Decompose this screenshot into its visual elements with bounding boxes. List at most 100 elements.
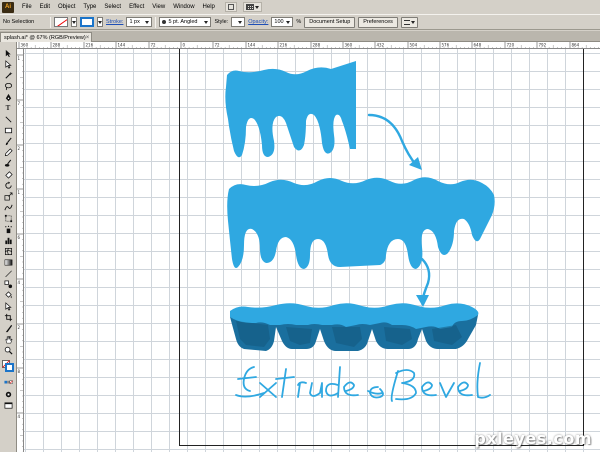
paintbrush-tool-icon[interactable] bbox=[3, 136, 13, 146]
menu-help[interactable]: Help bbox=[199, 1, 219, 13]
extruded-splash-3d[interactable] bbox=[230, 303, 479, 351]
chevron-down-icon bbox=[204, 20, 209, 24]
live-paint-selection-tool-icon[interactable] bbox=[3, 301, 13, 311]
mesh-tool-icon[interactable] bbox=[3, 246, 13, 256]
graphic-style-dropdown[interactable] bbox=[231, 17, 246, 27]
chevron-down-icon bbox=[145, 20, 150, 24]
ruler-label: 2 bbox=[18, 325, 21, 330]
splash-half-shape[interactable] bbox=[225, 61, 356, 158]
fill-stroke-swatches[interactable] bbox=[2, 360, 14, 374]
direct-selection-tool-icon[interactable] bbox=[3, 59, 13, 69]
eyedropper-tool-icon[interactable] bbox=[3, 268, 13, 278]
ruler-label: 144 bbox=[248, 43, 256, 48]
bridge-button[interactable] bbox=[224, 2, 237, 12]
menu-view[interactable]: View bbox=[148, 1, 169, 13]
menu-effect[interactable]: Effect bbox=[125, 1, 148, 13]
chevron-down-icon bbox=[286, 20, 291, 24]
zoom-tool-icon[interactable] bbox=[3, 345, 13, 355]
ruler-label: 6 bbox=[18, 235, 21, 240]
watermark: pxleyes.com bbox=[474, 429, 592, 448]
ruler-ticks: 360 288 216 144 72 0 72 144 216 288 360 432 504 576 64… bbox=[18, 42, 599, 48]
ruler-label: 72 bbox=[151, 43, 157, 48]
crop-area-tool-icon[interactable] bbox=[3, 312, 13, 322]
screen-mode-icon[interactable] bbox=[3, 400, 13, 410]
menu-bar: Ai File Edit Object Type Select Effect V… bbox=[0, 0, 600, 14]
arrange-documents-button[interactable] bbox=[242, 2, 262, 12]
warp-tool-icon[interactable] bbox=[3, 202, 13, 212]
divider bbox=[50, 16, 51, 28]
type-tool-icon[interactable]: T bbox=[3, 103, 13, 113]
fill-swatch[interactable] bbox=[54, 17, 68, 27]
stroke-color-dropdown[interactable] bbox=[97, 17, 103, 27]
blend-tool-icon[interactable] bbox=[3, 279, 13, 289]
ruler-label: 360 bbox=[345, 43, 353, 48]
panel-options-button[interactable] bbox=[400, 16, 418, 28]
ruler-label: 432 bbox=[377, 43, 385, 48]
line-segment-tool-icon[interactable] bbox=[3, 114, 13, 124]
brush-dot-icon bbox=[162, 20, 167, 24]
ruler-label: 576 bbox=[442, 43, 450, 48]
ruler-label: 288 bbox=[313, 43, 321, 48]
document-setup-button[interactable]: Document Setup bbox=[304, 16, 356, 28]
drawing-mode-icon[interactable] bbox=[3, 389, 13, 399]
magic-wand-tool-icon[interactable] bbox=[3, 70, 13, 80]
ruler-label: 720 bbox=[507, 43, 515, 48]
live-paint-bucket-tool-icon[interactable] bbox=[3, 290, 13, 300]
pen-tool-icon[interactable] bbox=[3, 92, 13, 102]
blob-brush-tool-icon[interactable] bbox=[3, 158, 13, 168]
splash-full-shape[interactable] bbox=[227, 177, 495, 269]
menu-edit[interactable]: Edit bbox=[36, 1, 54, 13]
brush-name: 5 pt. Angled bbox=[168, 19, 198, 25]
opacity-unit: % bbox=[296, 19, 302, 25]
menu-file[interactable]: File bbox=[18, 1, 36, 13]
brush-dropdown[interactable]: 5 pt. Angled bbox=[159, 17, 212, 27]
pencil-tool-icon[interactable] bbox=[3, 147, 13, 157]
gradient-tool-icon[interactable] bbox=[3, 257, 13, 267]
preferences-button[interactable]: Preferences bbox=[358, 16, 398, 28]
column-graph-tool-icon[interactable] bbox=[3, 235, 13, 245]
ruler-ticks: 1 7 2 1 6 4 2 8 4 bbox=[17, 54, 23, 452]
rectangle-tool-icon[interactable] bbox=[3, 125, 13, 135]
ruler-label: 4 bbox=[18, 280, 21, 285]
menu-object[interactable]: Object bbox=[54, 1, 79, 13]
vertical-ruler[interactable]: 1 7 2 1 6 4 2 8 4 bbox=[17, 49, 24, 452]
slice-tool-icon[interactable] bbox=[3, 323, 13, 333]
scale-tool-icon[interactable] bbox=[3, 191, 13, 201]
free-transform-tool-icon[interactable] bbox=[3, 213, 13, 223]
stroke-weight-field[interactable]: 1 px bbox=[126, 17, 153, 27]
eraser-tool-icon[interactable] bbox=[3, 169, 13, 179]
opacity-panel-link[interactable]: Opacity: bbox=[248, 19, 268, 25]
caption-handwriting bbox=[235, 362, 491, 402]
ruler-label: 2 bbox=[18, 146, 21, 151]
document-tab[interactable]: splash.ai* @ 67% (RGB/Preview) × bbox=[0, 32, 92, 42]
ruler-label: 7 bbox=[18, 101, 21, 106]
bridge-icon bbox=[227, 4, 234, 10]
close-icon[interactable]: × bbox=[86, 35, 90, 41]
menu-window[interactable]: Window bbox=[169, 1, 198, 13]
symbol-sprayer-tool-icon[interactable] bbox=[3, 224, 13, 234]
ruler-label: 0 bbox=[183, 43, 186, 48]
document-canvas[interactable]: pxleyes.com bbox=[24, 49, 600, 452]
horizontal-ruler[interactable]: 360 288 216 144 72 0 72 144 216 288 360 432 504 576 64… bbox=[17, 42, 600, 49]
stroke-swatch[interactable] bbox=[80, 17, 94, 27]
color-none-icon[interactable] bbox=[3, 378, 13, 388]
selection-tool-icon[interactable] bbox=[3, 48, 13, 58]
menu-select[interactable]: Select bbox=[100, 1, 125, 13]
style-label: Style: bbox=[214, 19, 229, 25]
selection-status: No Selection bbox=[3, 19, 35, 25]
ruler-label: 360 bbox=[21, 43, 29, 48]
stroke-panel-link[interactable]: Stroke: bbox=[106, 19, 123, 25]
app-logo: Ai bbox=[2, 1, 14, 13]
menu-type[interactable]: Type bbox=[79, 1, 100, 13]
lasso-tool-icon[interactable] bbox=[3, 81, 13, 91]
artwork[interactable] bbox=[24, 49, 600, 452]
opacity-field[interactable]: 100 bbox=[271, 17, 294, 27]
divider bbox=[155, 16, 157, 28]
fill-dropdown[interactable] bbox=[71, 17, 77, 27]
hand-tool-icon[interactable] bbox=[3, 334, 13, 344]
document-title: splash.ai* @ 67% (RGB/Preview) bbox=[4, 34, 86, 41]
rotate-tool-icon[interactable] bbox=[3, 180, 13, 190]
chevron-down-icon bbox=[72, 20, 76, 24]
tools-panel: T bbox=[0, 42, 17, 452]
chevron-down-icon bbox=[410, 20, 415, 24]
